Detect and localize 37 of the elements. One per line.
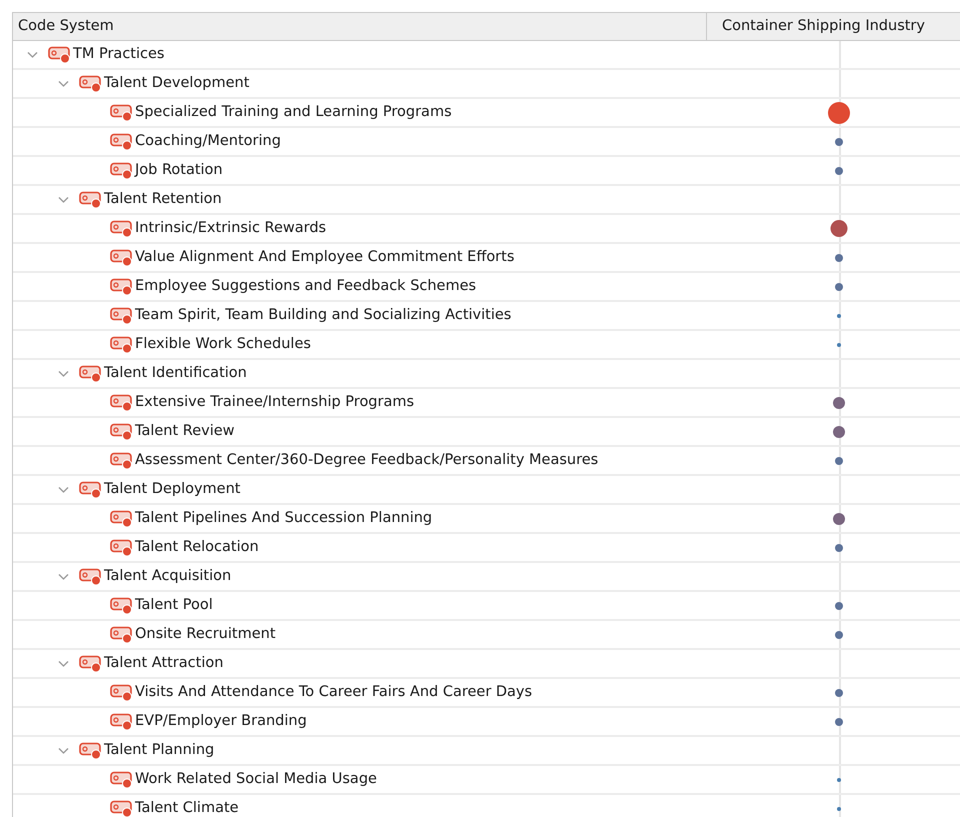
code-label[interactable]: Talent Deployment <box>104 478 240 500</box>
code-label[interactable]: Onsite Recruitment <box>135 624 276 646</box>
code-label[interactable]: Work Related Social Media Usage <box>135 768 377 790</box>
code-label[interactable]: Talent Climate <box>135 798 239 817</box>
code-label[interactable]: Talent Retention <box>104 188 222 210</box>
code-label[interactable]: Employee Suggestions and Feedback Schemes <box>135 276 476 298</box>
chevron-down-icon[interactable] <box>58 658 68 669</box>
code-label[interactable]: EVP/Employer Branding <box>135 710 307 732</box>
code-label[interactable]: Visits And Attendance To Career Fairs And Career Days <box>135 682 532 704</box>
code-label[interactable]: Extensive Trainee/Internship Programs <box>135 392 414 414</box>
code-label[interactable]: Talent Development <box>104 72 250 94</box>
chevron-down-icon[interactable] <box>58 571 68 582</box>
code-label[interactable]: Talent Relocation <box>135 536 259 558</box>
chevron-down-icon[interactable] <box>58 194 68 205</box>
code-label[interactable]: Assessment Center/360-Degree Feedback/Personality Measures <box>135 450 598 472</box>
code-label[interactable]: Coaching/Mentoring <box>135 130 281 152</box>
code-label[interactable]: Intrinsic/Extrinsic Rewards <box>135 218 326 240</box>
code-label[interactable]: TM Practices <box>73 44 164 66</box>
chevron-down-icon[interactable] <box>58 745 68 756</box>
code-label[interactable]: Talent Acquisition <box>104 566 232 588</box>
code-label[interactable]: Value Alignment And Employee Commitment Efforts <box>135 246 514 268</box>
code-label[interactable]: Talent Review <box>135 420 235 442</box>
column-header[interactable]: Container Shipping Industry <box>707 13 960 40</box>
code-label[interactable]: Specialized Training and Learning Programs <box>135 102 452 124</box>
code-label[interactable]: Talent Identification <box>104 362 247 384</box>
code-label[interactable]: Team Spirit, Team Building and Socializing Activities <box>135 304 512 326</box>
code-label[interactable]: Flexible Work Schedules <box>135 334 311 356</box>
code-label[interactable]: Talent Attraction <box>104 652 224 674</box>
code-label[interactable]: Job Rotation <box>135 160 223 182</box>
chevron-down-icon[interactable] <box>58 368 68 379</box>
chevron-down-icon[interactable] <box>58 484 68 495</box>
code-label[interactable]: Talent Planning <box>104 740 214 762</box>
chevron-down-icon[interactable] <box>26 49 38 60</box>
code-label[interactable]: Talent Pipelines And Succession Planning <box>135 508 432 530</box>
column-header[interactable]: Code System <box>13 13 707 40</box>
code-label[interactable]: Talent Pool <box>135 594 213 616</box>
chevron-down-icon[interactable] <box>58 78 68 89</box>
